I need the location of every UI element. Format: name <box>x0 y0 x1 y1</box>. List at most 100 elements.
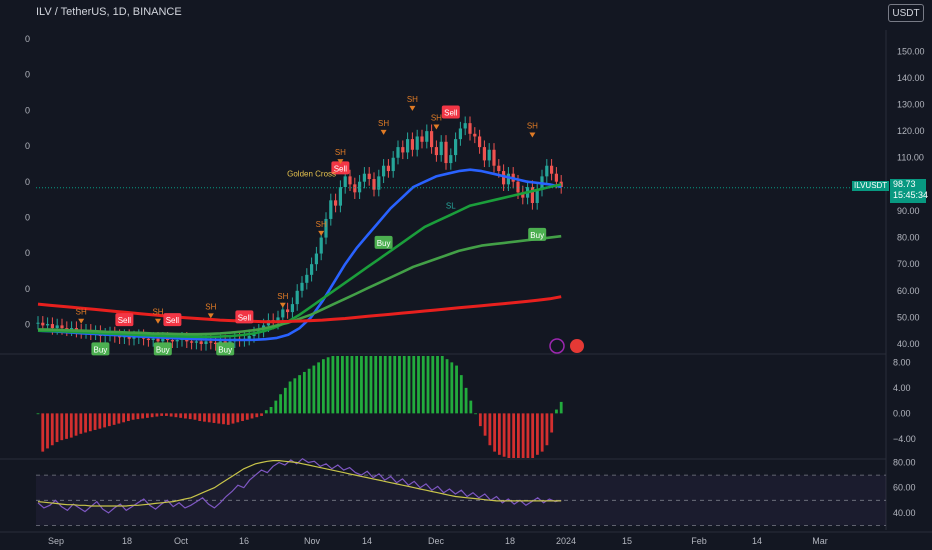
candle-body <box>247 336 251 339</box>
sell-signal-label: Sell <box>444 109 458 118</box>
candle-body <box>478 136 482 148</box>
candle-body <box>209 341 213 343</box>
momentum-bar <box>65 413 68 439</box>
momentum-bar <box>497 413 501 455</box>
candle-body <box>463 123 467 129</box>
momentum-bar <box>245 413 249 420</box>
candle-body <box>281 309 285 318</box>
y-tick-label: 0.00 <box>893 408 911 418</box>
candle-body <box>319 237 323 254</box>
momentum-bar <box>364 356 368 414</box>
momentum-bar <box>250 413 254 419</box>
left-scale-label: 0 <box>25 177 30 187</box>
candle-body <box>492 149 496 166</box>
momentum-bar <box>331 356 335 414</box>
x-tick-label: Dec <box>428 536 445 546</box>
swing-annotation: SH <box>431 113 442 122</box>
momentum-bar <box>355 356 359 414</box>
momentum-bar <box>326 357 330 414</box>
momentum-bar <box>141 413 145 419</box>
x-tick-label: Feb <box>691 536 707 546</box>
left-scale-label: 0 <box>25 70 30 80</box>
candle-body <box>458 128 462 140</box>
momentum-bar <box>222 413 225 425</box>
candle-body <box>367 173 371 180</box>
momentum-bar <box>103 413 106 428</box>
candle-body <box>305 274 309 283</box>
candle-body <box>516 181 520 193</box>
momentum-bar <box>69 413 73 438</box>
momentum-bar <box>41 413 45 452</box>
y-tick-label: 4.00 <box>893 383 911 393</box>
candle-body <box>310 264 314 275</box>
momentum-bar <box>293 378 297 414</box>
momentum-bar <box>478 413 482 427</box>
momentum-bar <box>317 362 321 414</box>
momentum-bar <box>393 356 397 414</box>
candle-body <box>55 325 59 329</box>
momentum-bar <box>279 394 282 414</box>
candle-body <box>46 324 50 326</box>
chart-canvas[interactable]: 150.00140.00130.00120.00110.00100.0090.0… <box>0 0 932 550</box>
swing-annotation: SL <box>446 201 456 210</box>
swing-annotation: SH <box>205 302 216 311</box>
y-tick-label: 130.00 <box>897 100 925 110</box>
momentum-bar <box>555 409 558 414</box>
momentum-bar <box>112 413 116 425</box>
momentum-bar <box>160 413 164 416</box>
momentum-bar <box>350 356 354 414</box>
candle-body <box>420 136 424 142</box>
momentum-bar <box>440 356 444 414</box>
candle-body <box>50 324 54 329</box>
momentum-bar <box>431 356 435 414</box>
momentum-bar <box>107 413 111 427</box>
momentum-bar <box>469 400 473 414</box>
momentum-bar <box>516 413 520 458</box>
momentum-bar <box>426 356 430 414</box>
momentum-bar <box>226 413 230 425</box>
candle-body <box>338 187 342 206</box>
x-tick-label: Mar <box>812 536 828 546</box>
momentum-bar <box>464 387 468 414</box>
momentum-bar <box>341 356 344 414</box>
candle-body <box>60 325 64 329</box>
momentum-bar <box>526 413 530 458</box>
momentum-bar <box>98 413 102 429</box>
sell-signal-label: Sell <box>238 313 252 322</box>
candle-body <box>554 173 558 182</box>
momentum-bar <box>198 413 202 422</box>
left-scale-label: 0 <box>25 213 30 223</box>
swing-annotation: SH <box>407 95 418 104</box>
candle-body <box>295 290 299 305</box>
momentum-bar <box>321 359 325 414</box>
y-tick-label: 150.00 <box>897 46 925 56</box>
momentum-bar <box>217 413 221 424</box>
candle-body <box>382 165 386 177</box>
candle-body <box>401 147 405 153</box>
momentum-bar <box>188 413 192 420</box>
momentum-bar <box>260 413 263 416</box>
momentum-bar <box>540 413 544 452</box>
last-price-box: 98.73 15:45:34 <box>890 179 928 203</box>
left-scale-label: 0 <box>25 320 30 330</box>
momentum-bar <box>231 413 235 424</box>
candle-body <box>473 133 477 137</box>
y-tick-label: 80.00 <box>893 458 916 468</box>
swing-high-marker <box>279 302 286 308</box>
y-tick-label: 60.00 <box>893 483 916 493</box>
momentum-bar <box>55 413 59 443</box>
sell-signal-label: Sell <box>166 316 180 325</box>
candle-body <box>190 341 194 343</box>
momentum-bar <box>74 413 78 436</box>
momentum-bar <box>283 387 287 414</box>
symbol-price-label: ILVUSDT <box>852 181 890 191</box>
momentum-bar <box>298 375 301 414</box>
candle-body <box>334 200 338 206</box>
swing-high-marker <box>155 318 161 324</box>
momentum-bar <box>388 356 392 414</box>
momentum-bar <box>174 413 178 418</box>
swing-annotation: SH <box>316 220 327 229</box>
momentum-bar <box>207 413 211 423</box>
x-tick-label: 18 <box>122 536 132 546</box>
candle-body <box>175 340 179 342</box>
